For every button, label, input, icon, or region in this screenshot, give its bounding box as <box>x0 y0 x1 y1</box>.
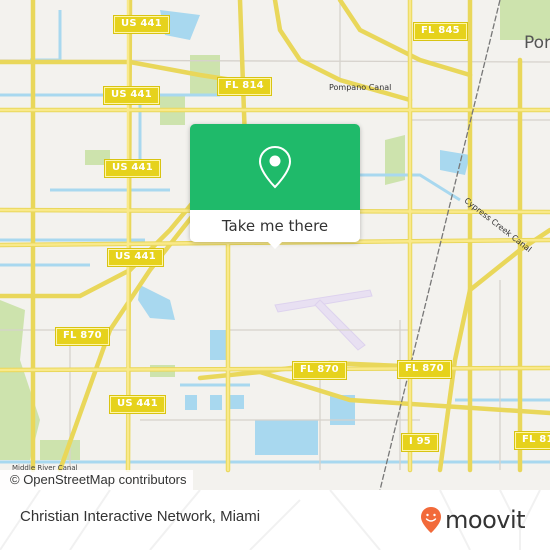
popup-header[interactable] <box>190 124 360 210</box>
map-view: US 441 US 441 US 441 US 441 US 441 FL 81… <box>0 0 550 550</box>
route-shield: FL 845 <box>413 22 468 41</box>
route-shield: FL 870 <box>292 361 347 380</box>
destination-popup[interactable]: Take me there <box>190 124 360 249</box>
moovit-logo[interactable]: moovit <box>420 502 526 538</box>
canal-label: Pompano Canal <box>329 83 392 92</box>
route-shield: US 441 <box>113 15 170 34</box>
route-shield: I 95 <box>401 433 439 452</box>
airport <box>274 289 373 351</box>
route-shield: US 441 <box>103 86 160 105</box>
map-canvas[interactable]: US 441 US 441 US 441 US 441 US 441 FL 81… <box>0 0 550 490</box>
footer-bar: Christian Interactive Network, Miami moo… <box>0 490 550 550</box>
route-shield: FL 870 <box>397 360 452 379</box>
route-shield: US 441 <box>104 159 161 178</box>
city-label: Pom <box>524 33 550 53</box>
route-shield: FL 814 <box>217 77 272 96</box>
route-shield: US 441 <box>109 395 166 414</box>
moovit-wordmark: moovit <box>445 506 526 534</box>
map-attribution[interactable]: © OpenStreetMap contributors <box>0 470 193 490</box>
location-pin-icon <box>258 145 292 189</box>
popup-pointer <box>267 241 283 249</box>
place-name: Christian Interactive Network, Miami <box>20 508 261 525</box>
take-me-there-button[interactable]: Take me there <box>190 210 360 242</box>
route-shield: FL 870 <box>55 327 110 346</box>
route-shield: FL 81 <box>514 431 550 450</box>
railway <box>379 0 501 490</box>
moovit-pin-icon <box>421 507 441 533</box>
route-shield: US 441 <box>107 248 164 267</box>
